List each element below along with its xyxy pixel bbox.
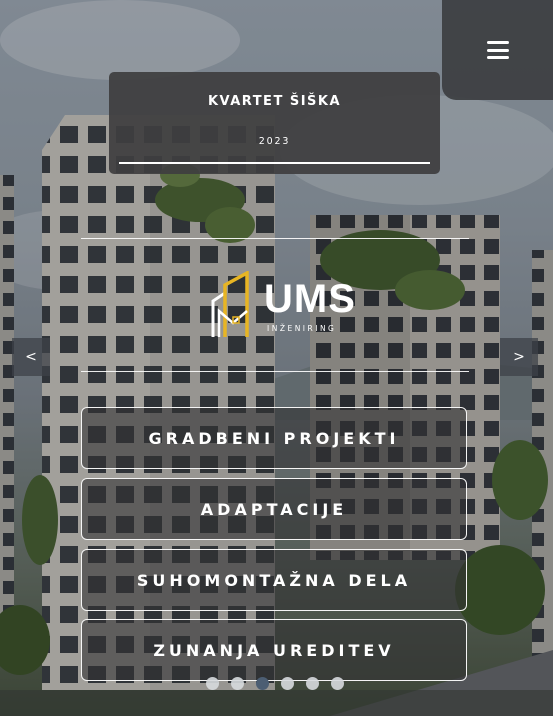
carousel-next-button[interactable]: > [500, 338, 538, 376]
carousel-dot[interactable] [306, 677, 319, 690]
carousel-dot-active[interactable] [256, 677, 269, 690]
carousel-dot[interactable] [281, 677, 294, 690]
logo-zone: UMS INŽENIRING [81, 238, 469, 372]
carousel-prev-button[interactable]: < [12, 338, 50, 376]
carousel-dot[interactable] [231, 677, 244, 690]
carousel-dot[interactable] [206, 677, 219, 690]
service-button-zunanja-ureditev[interactable]: ZUNANJA UREDITEV [81, 619, 467, 681]
hamburger-icon[interactable] [486, 41, 509, 59]
carousel-pagination [206, 677, 344, 690]
logo-subtitle: INŽENIRING [267, 324, 337, 333]
logo-brand: UMS [264, 277, 356, 321]
service-button-gradbeni-projekti[interactable]: GRADBENI PROJEKTI [81, 407, 467, 469]
carousel-dot[interactable] [331, 677, 344, 690]
service-button-adaptacije[interactable]: ADAPTACIJE [81, 478, 467, 540]
menu-panel [442, 0, 553, 100]
project-progress-line [119, 162, 430, 164]
chevron-right-icon: > [513, 349, 525, 365]
service-button-suhomontazna-dela[interactable]: SUHOMONTAŽNA DELA [81, 549, 467, 611]
ums-logo[interactable]: UMS INŽENIRING [209, 271, 355, 343]
project-card[interactable]: KVARTET ŠIŠKA 2023 [109, 72, 440, 174]
building-logo-icon [211, 271, 249, 337]
project-year: 2023 [258, 136, 291, 147]
chevron-left-icon: < [25, 349, 37, 365]
project-title: KVARTET ŠIŠKA [207, 94, 342, 109]
